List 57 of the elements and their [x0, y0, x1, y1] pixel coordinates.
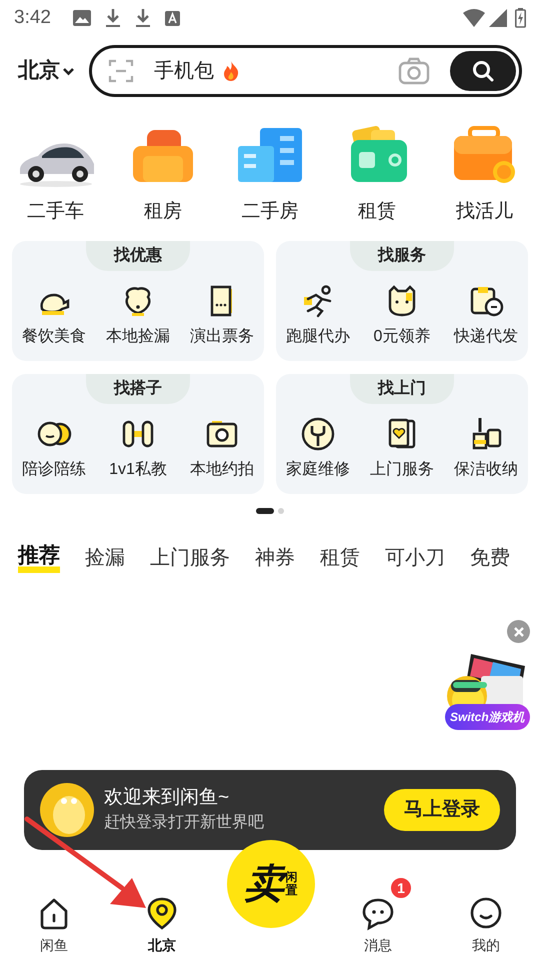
category-label[interactable]: 租赁: [358, 198, 396, 226]
download-icon: [134, 9, 151, 27]
category-label[interactable]: 租房: [144, 198, 182, 226]
service-label[interactable]: 本地捡漏: [106, 324, 170, 348]
category-label[interactable]: 找活儿: [456, 198, 513, 226]
smiley-icon: [469, 897, 503, 931]
nav-tab[interactable]: 闲鱼: [37, 897, 71, 956]
search-button[interactable]: [450, 51, 516, 91]
service-label[interactable]: 快递代发: [454, 324, 518, 348]
service-label[interactable]: 演出票务: [190, 324, 254, 348]
category-label[interactable]: 二手车: [27, 198, 84, 226]
battery-icon: [515, 8, 526, 28]
search-input[interactable]: 手机包: [154, 56, 220, 86]
service-label[interactable]: 本地约拍: [190, 458, 254, 482]
flame-icon: [222, 60, 240, 82]
feed-tab[interactable]: 捡漏: [85, 542, 125, 572]
image-icon: [72, 10, 91, 26]
card-title: 找上门: [350, 374, 454, 404]
feed-tab[interactable]: 神券: [255, 542, 295, 572]
city-selector[interactable]: 北京: [18, 55, 60, 87]
nav-tab[interactable]: 北京: [145, 897, 179, 956]
card-title: 找搭子: [86, 374, 190, 404]
login-button[interactable]: 马上登录: [384, 789, 500, 831]
font-box-icon: [164, 10, 180, 26]
feed-tab[interactable]: 可小刀: [385, 542, 445, 572]
service-label[interactable]: 1v1私教: [109, 458, 167, 482]
category-label[interactable]: 二手房: [241, 198, 298, 226]
service-label[interactable]: 跑腿代办: [286, 324, 350, 348]
avatar-icon: [40, 783, 94, 837]
close-icon: [514, 626, 524, 636]
location-pin-icon: [145, 897, 179, 931]
promo-label[interactable]: Switch游戏机: [445, 704, 530, 730]
signal-icon: [489, 9, 507, 27]
search-field[interactable]: 手机包: [89, 45, 522, 97]
service-label[interactable]: 家庭维修: [286, 458, 350, 482]
service-label[interactable]: 保洁收纳: [454, 458, 518, 482]
unread-badge: 1: [389, 876, 413, 900]
close-button[interactable]: [507, 620, 530, 643]
status-time: 3:42: [14, 6, 51, 30]
service-label[interactable]: 上门服务: [370, 458, 434, 482]
nav-tab[interactable]: 消息: [361, 897, 395, 956]
chevron-down-icon[interactable]: [62, 66, 75, 76]
service-label[interactable]: 陪诊陪练: [22, 458, 86, 482]
feed-tab[interactable]: 租赁: [320, 542, 360, 572]
download-icon: [104, 9, 121, 27]
wifi-icon: [463, 9, 485, 27]
service-label[interactable]: 0元领养: [374, 324, 430, 348]
banner-title: 欢迎来到闲鱼~: [104, 786, 230, 810]
search-icon: [472, 60, 494, 82]
service-label[interactable]: 餐饮美食: [22, 324, 86, 348]
feed-tab[interactable]: 上门服务: [150, 542, 230, 572]
banner-subtitle: 赶快登录打开新世界吧: [104, 812, 265, 833]
card-title: 找服务: [350, 240, 454, 270]
nav-tab[interactable]: 我的: [469, 897, 503, 956]
chat-bubble-icon: [361, 897, 395, 931]
card-title: 找优惠: [86, 240, 190, 270]
feed-tab[interactable]: 免费: [470, 542, 510, 572]
